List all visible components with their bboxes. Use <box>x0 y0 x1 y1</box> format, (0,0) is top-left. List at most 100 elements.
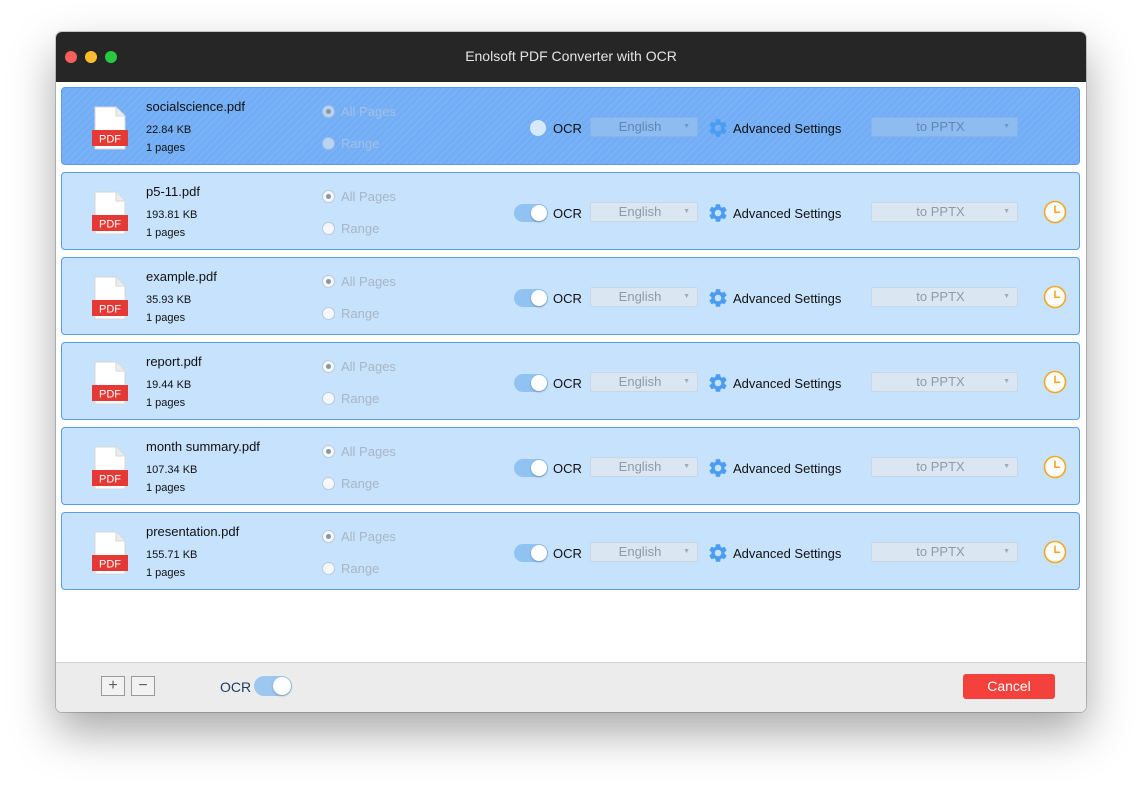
advanced-settings-label[interactable]: Advanced Settings <box>733 546 841 561</box>
ocr-toggle[interactable] <box>514 544 548 562</box>
file-row[interactable]: PDF presentation.pdf 155.71 KB 1 pages A… <box>61 512 1080 590</box>
caret-icon: ▼ <box>683 378 690 385</box>
caret-icon: ▼ <box>1003 548 1010 555</box>
toggle-knob <box>531 290 547 306</box>
language-select[interactable]: English ▼ <box>590 542 698 562</box>
file-row[interactable]: PDF example.pdf 35.93 KB 1 pages All Pag… <box>61 257 1080 335</box>
range-radio[interactable] <box>322 562 335 575</box>
ocr-toggle[interactable] <box>514 204 548 222</box>
language-value: English <box>618 459 662 474</box>
all-pages-label: All Pages <box>341 104 396 119</box>
ocr-toggle[interactable] <box>514 459 548 477</box>
clock-icon <box>1043 370 1067 394</box>
pdf-badge-label: PDF <box>99 304 121 316</box>
caret-icon: ▼ <box>1003 123 1010 130</box>
remove-file-button[interactable]: − <box>131 676 155 696</box>
pdf-badge-label: PDF <box>99 219 121 231</box>
pdf-badge-label: PDF <box>99 389 121 401</box>
file-row[interactable]: PDF report.pdf 19.44 KB 1 pages All Page… <box>61 342 1080 420</box>
all-pages-radio[interactable] <box>322 105 335 118</box>
global-ocr-toggle[interactable] <box>254 676 292 696</box>
file-pages: 1 pages <box>146 142 186 154</box>
ocr-label: OCR <box>553 206 582 221</box>
advanced-settings-label[interactable]: Advanced Settings <box>733 291 841 306</box>
language-value: English <box>618 204 662 219</box>
language-select[interactable]: English ▼ <box>590 372 698 392</box>
file-size: 19.44 KB <box>146 379 192 391</box>
all-pages-radio[interactable] <box>322 445 335 458</box>
pdf-file-icon: PDF <box>92 191 128 235</box>
file-name: socialscience.pdf <box>146 99 245 114</box>
advanced-settings-label[interactable]: Advanced Settings <box>733 206 841 221</box>
file-name: report.pdf <box>146 354 202 369</box>
file-list: PDF socialscience.pdf 22.84 KB 1 pages A… <box>56 82 1086 662</box>
file-size: 35.93 KB <box>146 294 192 306</box>
output-format-value: to PPTX <box>916 204 965 219</box>
file-row[interactable]: PDF socialscience.pdf 22.84 KB 1 pages A… <box>61 87 1080 165</box>
toggle-knob <box>531 205 547 221</box>
range-radio[interactable] <box>322 392 335 405</box>
all-pages-radio[interactable] <box>322 360 335 373</box>
all-pages-label: All Pages <box>341 529 396 544</box>
all-pages-label: All Pages <box>341 274 396 289</box>
output-format-select[interactable]: to PPTX ▼ <box>871 287 1018 307</box>
range-radio[interactable] <box>322 307 335 320</box>
range-label: Range <box>341 561 380 576</box>
gear-icon[interactable] <box>707 287 729 309</box>
ocr-toggle[interactable] <box>514 374 548 392</box>
pdf-file-icon: PDF <box>92 531 128 575</box>
range-label: Range <box>341 476 380 491</box>
range-radio[interactable] <box>322 222 335 235</box>
pdf-badge-label: PDF <box>99 559 121 571</box>
output-format-select[interactable]: to PPTX ▼ <box>871 457 1018 477</box>
file-name: example.pdf <box>146 269 217 284</box>
all-pages-radio[interactable] <box>322 275 335 288</box>
all-pages-radio[interactable] <box>322 190 335 203</box>
range-radio[interactable] <box>322 477 335 490</box>
gear-icon[interactable] <box>707 117 729 139</box>
toggle-knob <box>531 545 547 561</box>
language-select[interactable]: English ▼ <box>590 457 698 477</box>
ocr-toggle[interactable] <box>514 289 548 307</box>
file-name: presentation.pdf <box>146 524 240 539</box>
range-radio[interactable] <box>322 137 335 150</box>
toggle-knob <box>531 375 547 391</box>
file-row[interactable]: PDF month summary.pdf 107.34 KB 1 pages … <box>61 427 1080 505</box>
file-row[interactable]: PDF p5-11.pdf 193.81 KB 1 pages All Page… <box>61 172 1080 250</box>
ocr-label: OCR <box>553 461 582 476</box>
output-format-select[interactable]: to PPTX ▼ <box>871 542 1018 562</box>
ocr-label: OCR <box>553 121 582 136</box>
output-format-value: to PPTX <box>916 459 965 474</box>
caret-icon: ▼ <box>1003 293 1010 300</box>
output-format-select[interactable]: to PPTX ▼ <box>871 372 1018 392</box>
caret-icon: ▼ <box>683 463 690 470</box>
output-format-value: to PPTX <box>916 544 965 559</box>
gear-icon[interactable] <box>707 202 729 224</box>
gear-icon[interactable] <box>707 542 729 564</box>
range-label: Range <box>341 221 380 236</box>
gear-icon[interactable] <box>707 457 729 479</box>
output-format-select[interactable]: to PPTX ▼ <box>871 202 1018 222</box>
clock-icon <box>1043 285 1067 309</box>
toggle-knob <box>531 460 547 476</box>
output-format-select[interactable]: to PPTX ▼ <box>871 117 1018 137</box>
caret-icon: ▼ <box>1003 463 1010 470</box>
advanced-settings-label[interactable]: Advanced Settings <box>733 461 841 476</box>
pdf-badge-label: PDF <box>99 134 121 146</box>
bottom-toolbar: + − OCR Cancel <box>56 662 1086 712</box>
range-label: Range <box>341 306 380 321</box>
file-name: month summary.pdf <box>146 439 260 454</box>
language-select[interactable]: English ▼ <box>590 202 698 222</box>
advanced-settings-label[interactable]: Advanced Settings <box>733 376 841 391</box>
all-pages-radio[interactable] <box>322 530 335 543</box>
window-title: Enolsoft PDF Converter with OCR <box>465 48 677 64</box>
gear-icon[interactable] <box>707 372 729 394</box>
ocr-toggle[interactable] <box>514 119 548 137</box>
cancel-button[interactable]: Cancel <box>963 674 1055 699</box>
add-file-button[interactable]: + <box>101 676 125 696</box>
language-select[interactable]: English ▼ <box>590 117 698 137</box>
advanced-settings-label[interactable]: Advanced Settings <box>733 121 841 136</box>
file-size: 107.34 KB <box>146 464 198 476</box>
language-select[interactable]: English ▼ <box>590 287 698 307</box>
toggle-knob <box>530 120 546 136</box>
